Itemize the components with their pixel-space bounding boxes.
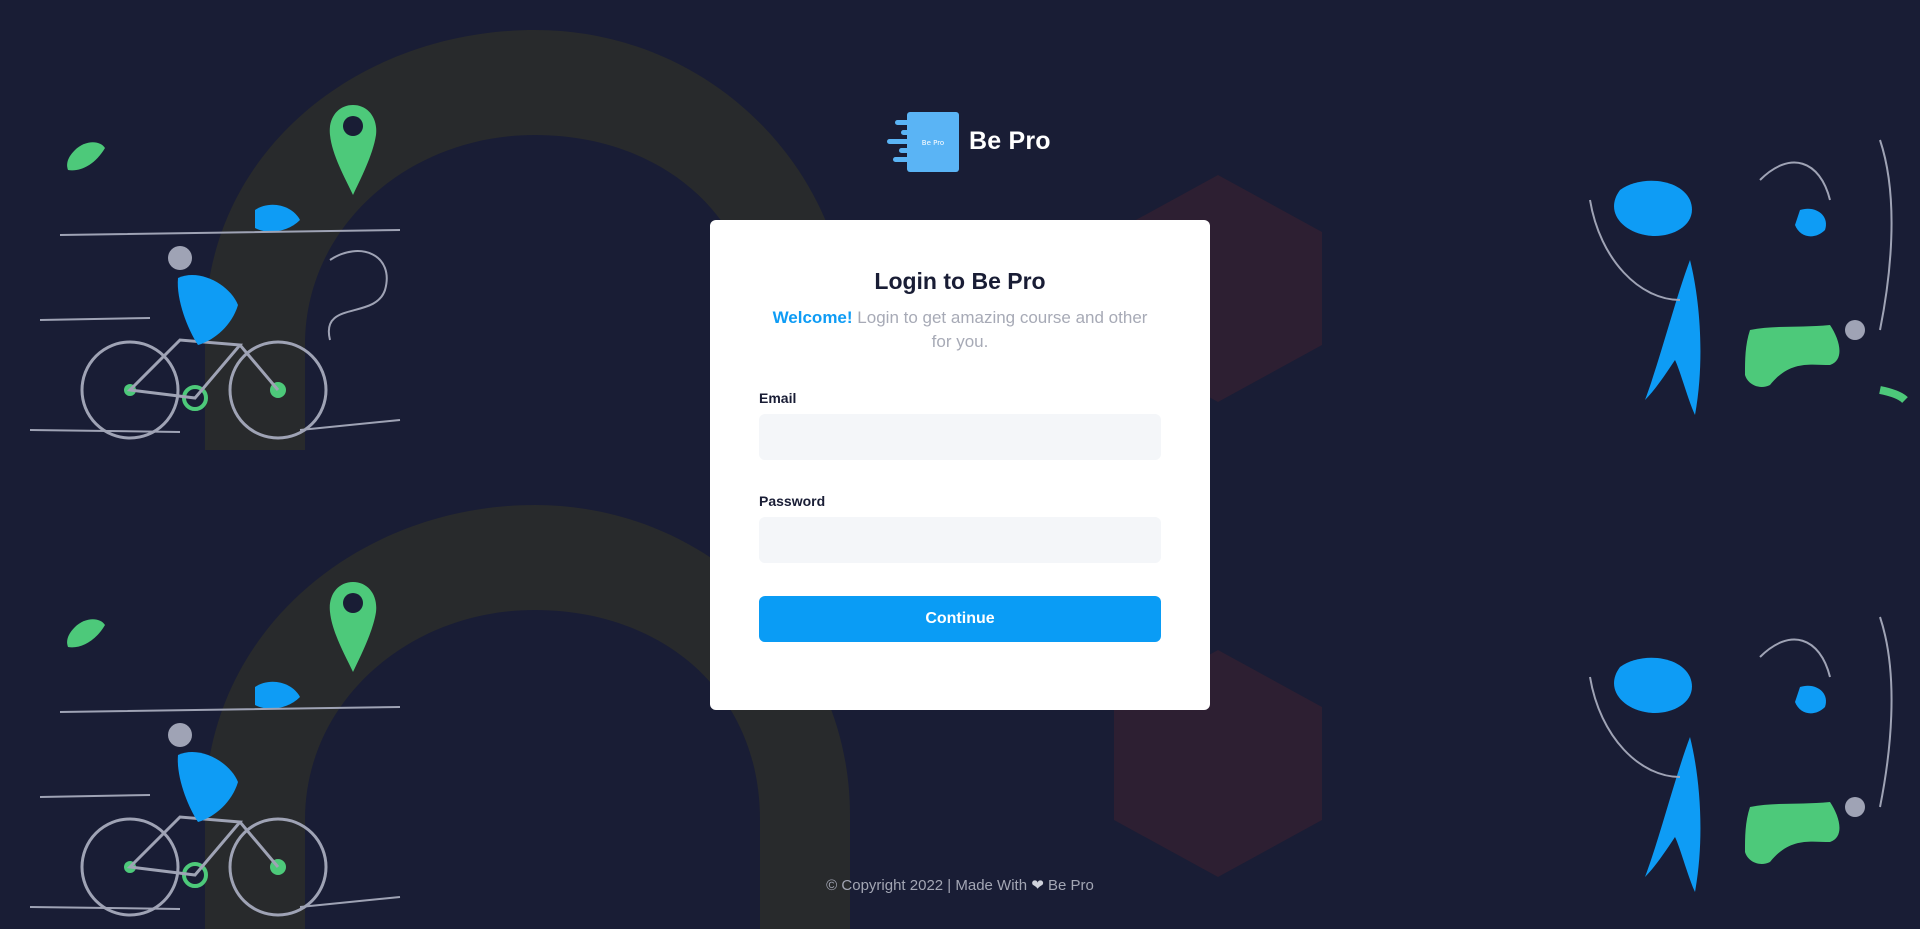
copyright-text: © Copyright 2022 | Made With [826,877,1028,894]
login-page: Be Pro Be Pro Login to Be Pro Welcome! L… [0,0,1920,929]
dancers-illustration-bottom [1589,616,1893,892]
dancers-illustration-top [1589,139,1908,415]
brand-header: Be Pro Be Pro [885,108,1051,174]
brand-name: Be Pro [969,126,1051,155]
password-field-group: Password [759,493,1161,563]
email-input[interactable] [759,414,1161,460]
password-label: Password [759,493,826,509]
login-subtitle: Welcome! Login to get amazing course and… [770,306,1150,354]
welcome-text: Welcome! [772,308,853,327]
login-title: Login to Be Pro [874,268,1046,294]
login-card: Login to Be Pro Welcome! Login to get am… [710,220,1210,710]
logo-text: Be Pro [922,139,944,147]
footer-copyright: © Copyright 2022 | Made With ❤ Be Pro [0,876,1920,894]
footer-brand: Be Pro [1047,877,1094,894]
password-input[interactable] [759,517,1161,563]
email-label: Email [759,390,797,406]
subtitle-text: Login to get amazing course and other fo… [857,308,1148,351]
email-field-group: Email [759,390,1161,460]
be-pro-logo-icon: Be Pro [887,112,959,172]
heart-icon: ❤ [1031,877,1044,894]
continue-button[interactable]: Continue [759,596,1161,642]
